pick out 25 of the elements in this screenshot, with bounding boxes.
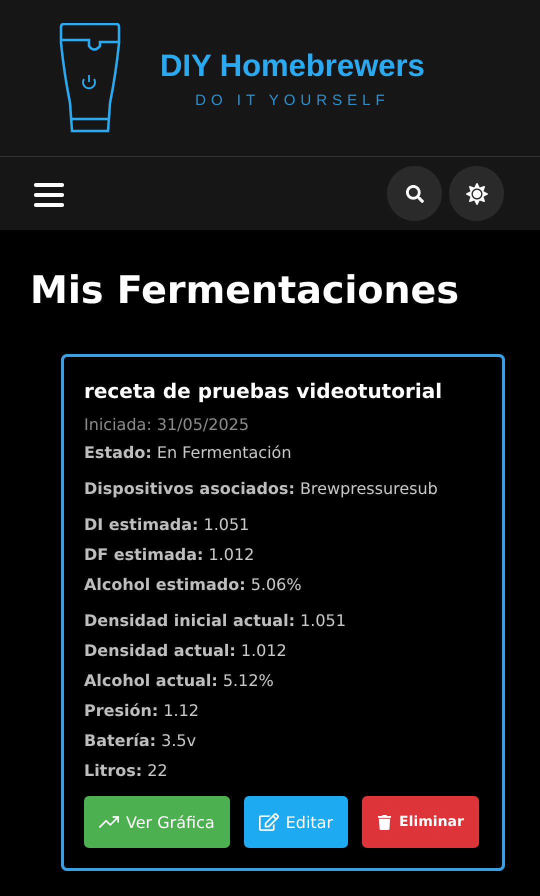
beer-glass-logo-icon [58, 23, 122, 133]
view-chart-button[interactable]: Ver Gráfica [84, 796, 230, 848]
detail-line: Alcohol actual: 5.12% [84, 670, 275, 692]
edit-icon [258, 812, 279, 832]
detail-line: Estado: En Fermentación [84, 442, 292, 464]
detail-line: Batería: 3.5v [84, 730, 198, 752]
detail-line: Alcohol estimado: 5.06% [84, 574, 303, 596]
detail-line: Densidad actual: 1.012 [84, 640, 288, 662]
delete-button[interactable]: Eliminar [362, 796, 479, 848]
sun-icon [466, 182, 488, 204]
brand-name: DIY Homebrewers [160, 48, 425, 84]
detail-line: DI estimada: 1.051 [84, 514, 250, 536]
recipe-title: receta de pruebas videotutorial [84, 379, 444, 403]
menu-icon[interactable] [34, 180, 64, 206]
brand-tagline: DO IT YOURSELF [195, 92, 390, 108]
edit-button[interactable]: Editar [244, 796, 348, 848]
detail-line: Densidad inicial actual: 1.051 [84, 610, 347, 632]
detail-line: Presión: 1.12 [84, 700, 200, 722]
detail-line: DF estimada: 1.012 [84, 544, 256, 566]
detail-line: Litros: 22 [84, 760, 169, 782]
trash-icon [377, 814, 392, 830]
start-date: Iniciada: 31/05/2025 [84, 415, 250, 434]
search-icon [406, 184, 424, 202]
detail-line: Dispositivos asociados: Brewpressuresub [84, 478, 439, 500]
page-title: Mis Fermentaciones [30, 268, 460, 312]
